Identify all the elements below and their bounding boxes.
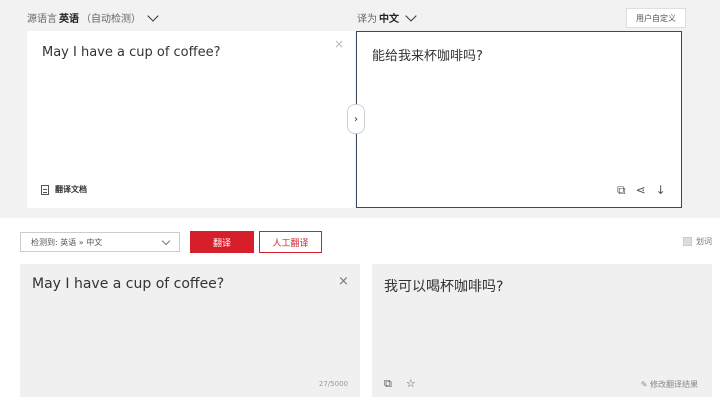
target-toolbar: ⧉ ⋖ ↓ (617, 183, 666, 198)
chevron-down-icon (161, 236, 171, 245)
custom-dictionary-button[interactable]: 用户自定义 (626, 8, 686, 28)
clear-icon[interactable]: × (334, 37, 344, 51)
source-lang-name: 英语 (59, 14, 79, 25)
target-text: 能给我来杯咖啡吗? (372, 49, 483, 64)
translate-button[interactable]: 翻译 (190, 231, 254, 253)
collapse-handle[interactable]: › (347, 104, 365, 134)
document-icon (41, 184, 49, 195)
chevron-down-icon (405, 9, 417, 22)
char-count: 27/5000 (318, 380, 348, 388)
clear-icon[interactable]: × (338, 274, 349, 289)
copy-icon[interactable]: ⧉ (617, 183, 626, 198)
word-select-label: 划词 (696, 237, 712, 246)
target-text-area: 能给我来杯咖啡吗? ⧉ ⋖ ↓ (356, 31, 682, 208)
human-translation-button[interactable]: 人工翻译 (259, 231, 322, 253)
target-language-selector[interactable]: 译为 中文 (357, 9, 417, 25)
source-lang-prefix: 源语言 (27, 14, 57, 25)
source-lang-hint: （自动检测） (81, 14, 141, 25)
star-icon[interactable]: ☆ (406, 377, 416, 391)
copy-icon[interactable]: ⧉ (384, 377, 392, 391)
word-select-toggle[interactable]: 划词 (683, 236, 712, 247)
download-icon[interactable]: ↓ (656, 183, 666, 198)
language-detect-select[interactable]: 检测到: 英语 » 中文 (20, 232, 180, 252)
word-select-checkbox[interactable] (683, 237, 692, 246)
detect-select-label: 检测到: 英语 » 中文 (31, 237, 103, 247)
target-lang-prefix: 译为 (357, 14, 377, 25)
bottom-target-text: 我可以喝杯咖啡吗? (384, 279, 504, 295)
bottom-target-toolbar: ⧉ ☆ (384, 377, 416, 391)
target-lang-name: 中文 (379, 14, 399, 25)
source-language-selector[interactable]: 源语言 英语 （自动检测） (27, 9, 159, 25)
share-icon[interactable]: ⋖ (636, 183, 646, 198)
translate-document-link[interactable]: 翻译文档 (41, 184, 87, 195)
source-text: May I have a cup of coffee? (42, 45, 221, 60)
bottom-source-area[interactable]: May I have a cup of coffee? × 27/5000 (20, 264, 360, 397)
bottom-target-area: 我可以喝杯咖啡吗? ⧉ ☆ ✎ 修改翻译结果 (372, 264, 712, 397)
translate-document-label: 翻译文档 (55, 185, 87, 194)
source-text-area[interactable]: May I have a cup of coffee? × 翻译文档 (27, 31, 355, 208)
edit-result-link[interactable]: ✎ 修改翻译结果 (641, 379, 698, 390)
top-translator: 源语言 英语 （自动检测） 译为 中文 用户自定义 May I have a c… (0, 0, 720, 218)
chevron-down-icon (147, 9, 159, 22)
bottom-source-text: May I have a cup of coffee? (32, 276, 225, 292)
